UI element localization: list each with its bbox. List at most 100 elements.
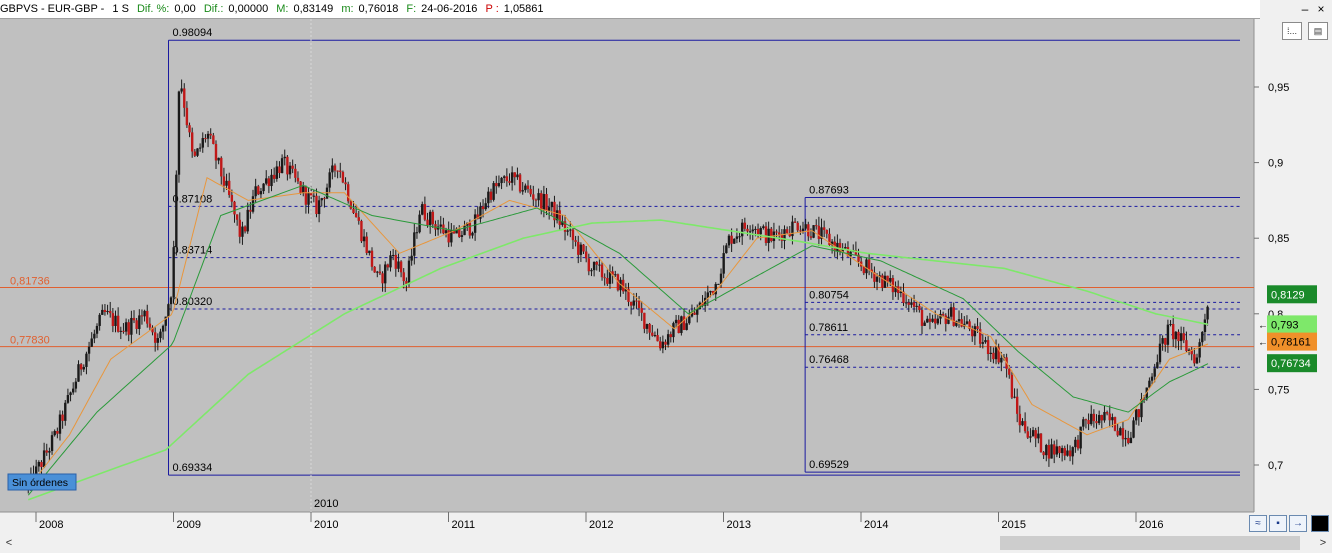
- fib-level-label: 0.98094: [173, 27, 213, 39]
- candle-body: [101, 309, 104, 315]
- candle-body: [603, 277, 606, 279]
- save-icon[interactable]: ▪: [1269, 515, 1287, 532]
- scroll-right-icon[interactable]: >: [1316, 535, 1330, 551]
- candle-body: [177, 91, 181, 175]
- candle-body: [762, 226, 765, 229]
- candle-body: [513, 172, 516, 178]
- candle-body: [415, 232, 419, 234]
- candle-body: [365, 236, 368, 254]
- candle-body: [249, 209, 252, 212]
- candle-body: [1108, 413, 1111, 421]
- minimize-button[interactable]: –: [1298, 3, 1312, 15]
- candle-body: [471, 232, 474, 236]
- candle-body: [775, 231, 778, 233]
- candle-body: [222, 176, 226, 186]
- price-chart[interactable]: 0,817360,77830 0.980940.871080.837140.80…: [0, 0, 1332, 533]
- candle-body: [196, 148, 199, 156]
- candle-body: [473, 214, 477, 233]
- candle-body: [764, 226, 768, 244]
- candle-body: [756, 228, 760, 235]
- candle-body: [817, 225, 821, 239]
- candle-body: [910, 302, 913, 305]
- candle-body: [751, 229, 754, 232]
- candle-body: [989, 352, 992, 354]
- candle-body: [212, 135, 215, 144]
- wave-icon[interactable]: ≈: [1249, 515, 1267, 532]
- candle-body: [952, 307, 955, 326]
- candle-body: [185, 107, 189, 126]
- candle-body: [743, 222, 747, 229]
- candle-body: [135, 320, 138, 329]
- candle-body: [111, 313, 115, 327]
- candle-body: [124, 322, 128, 332]
- candle-body: [590, 270, 593, 272]
- candle-body: [426, 219, 429, 226]
- candle-body: [275, 166, 279, 179]
- candle-body: [376, 271, 379, 273]
- candle-body: [42, 450, 46, 468]
- candle-body: [957, 319, 961, 322]
- candle-body: [696, 309, 699, 315]
- x-tick-label: 2012: [589, 519, 613, 531]
- horizontal-scrollbar[interactable]: < >: [0, 533, 1332, 553]
- candle-body: [267, 178, 271, 187]
- y-axis-area[interactable]: [1254, 19, 1332, 512]
- candle-body: [373, 266, 376, 273]
- candle-body: [410, 255, 413, 261]
- candle-body: [283, 156, 286, 159]
- candle-body: [315, 195, 318, 215]
- candle-body: [566, 230, 569, 232]
- candle-body: [1066, 450, 1069, 456]
- candle-body: [709, 290, 712, 293]
- candle-body: [1127, 437, 1130, 444]
- candle-body: [505, 176, 509, 182]
- year-marker-label: 2010: [314, 498, 338, 510]
- candle-body: [259, 191, 263, 195]
- candle-body: [598, 264, 601, 266]
- candle-body: [976, 326, 979, 330]
- candle-body: [799, 230, 802, 232]
- candle-body: [949, 307, 953, 317]
- close-button[interactable]: ×: [1314, 3, 1328, 15]
- candle-body: [595, 261, 598, 265]
- candle-body: [328, 172, 331, 188]
- scroll-thumb[interactable]: [1000, 536, 1300, 550]
- export-icon[interactable]: →: [1289, 515, 1307, 532]
- black-square-icon[interactable]: ■: [1311, 515, 1329, 532]
- candle-body: [1074, 439, 1077, 448]
- candle-body: [50, 435, 54, 451]
- candle-body: [1103, 412, 1106, 421]
- chart-toolbar: – × ⁞... ▤: [1260, 0, 1332, 60]
- candle-body: [53, 430, 56, 436]
- candle-body: [1182, 333, 1185, 341]
- candle-body: [1053, 444, 1056, 455]
- candle-body: [74, 381, 78, 389]
- candle-body: [571, 229, 575, 241]
- candle-body: [336, 170, 339, 172]
- candle-body: [1050, 444, 1053, 459]
- candle-body: [1134, 409, 1138, 421]
- candle-body: [389, 255, 392, 268]
- y-tick-label: 0,9: [1268, 158, 1283, 170]
- candle-body: [648, 324, 651, 333]
- scroll-left-icon[interactable]: <: [2, 535, 16, 551]
- candle-body: [592, 261, 596, 271]
- candle-body: [1169, 324, 1172, 326]
- candle-body: [370, 250, 374, 267]
- candle-body: [130, 317, 133, 335]
- candle-body: [1206, 306, 1209, 320]
- candle-body: [307, 193, 310, 205]
- grid-icon[interactable]: ▤: [1308, 22, 1328, 40]
- candle-body: [1079, 426, 1082, 449]
- candle-body: [1111, 417, 1114, 421]
- plot-area[interactable]: [0, 19, 1254, 512]
- candle-body: [640, 308, 643, 313]
- candle-body: [889, 277, 892, 282]
- ruler-icon[interactable]: ⁞...: [1282, 22, 1302, 40]
- candle-body: [785, 229, 789, 234]
- candle-body: [206, 133, 210, 139]
- candle-body: [354, 213, 358, 218]
- candle-body: [881, 275, 884, 288]
- y-tick-label: 0,75: [1268, 384, 1289, 396]
- candle-body: [521, 190, 524, 192]
